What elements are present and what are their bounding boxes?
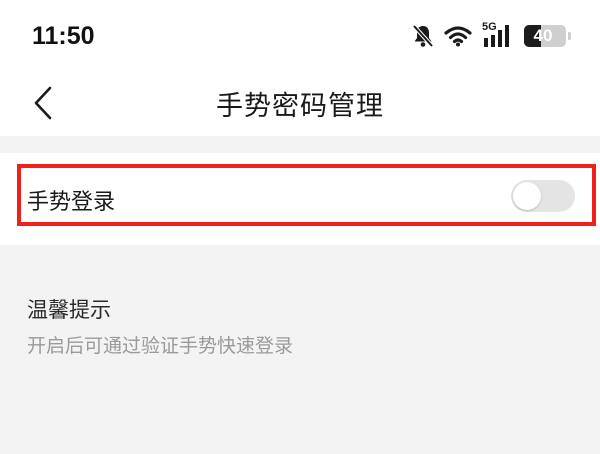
battery-icon: 40 xyxy=(524,25,571,47)
screen: 11:50 5G 40 手势密码管理 手势登录 温馨提示 开启后可通过验证手势快… xyxy=(0,0,600,454)
tips-text: 开启后可通过验证手势快速登录 xyxy=(27,335,294,357)
tips-title: 温馨提示 xyxy=(27,298,111,322)
bell-muted-icon xyxy=(412,24,434,48)
nav-bar: 手势密码管理 xyxy=(0,70,600,136)
battery-cap xyxy=(568,32,571,40)
status-bar: 11:50 5G 40 xyxy=(0,0,600,70)
gesture-login-toggle[interactable] xyxy=(511,180,575,212)
status-time: 11:50 xyxy=(32,22,95,50)
gesture-login-label: 手势登录 xyxy=(27,190,116,215)
status-icons: 5G 40 xyxy=(412,21,571,50)
toggle-knob xyxy=(513,182,541,210)
page-title: 手势密码管理 xyxy=(216,91,384,122)
signal-5g-icon: 5G xyxy=(482,21,514,48)
battery-level: 40 xyxy=(533,26,553,45)
wifi-icon xyxy=(444,25,472,47)
